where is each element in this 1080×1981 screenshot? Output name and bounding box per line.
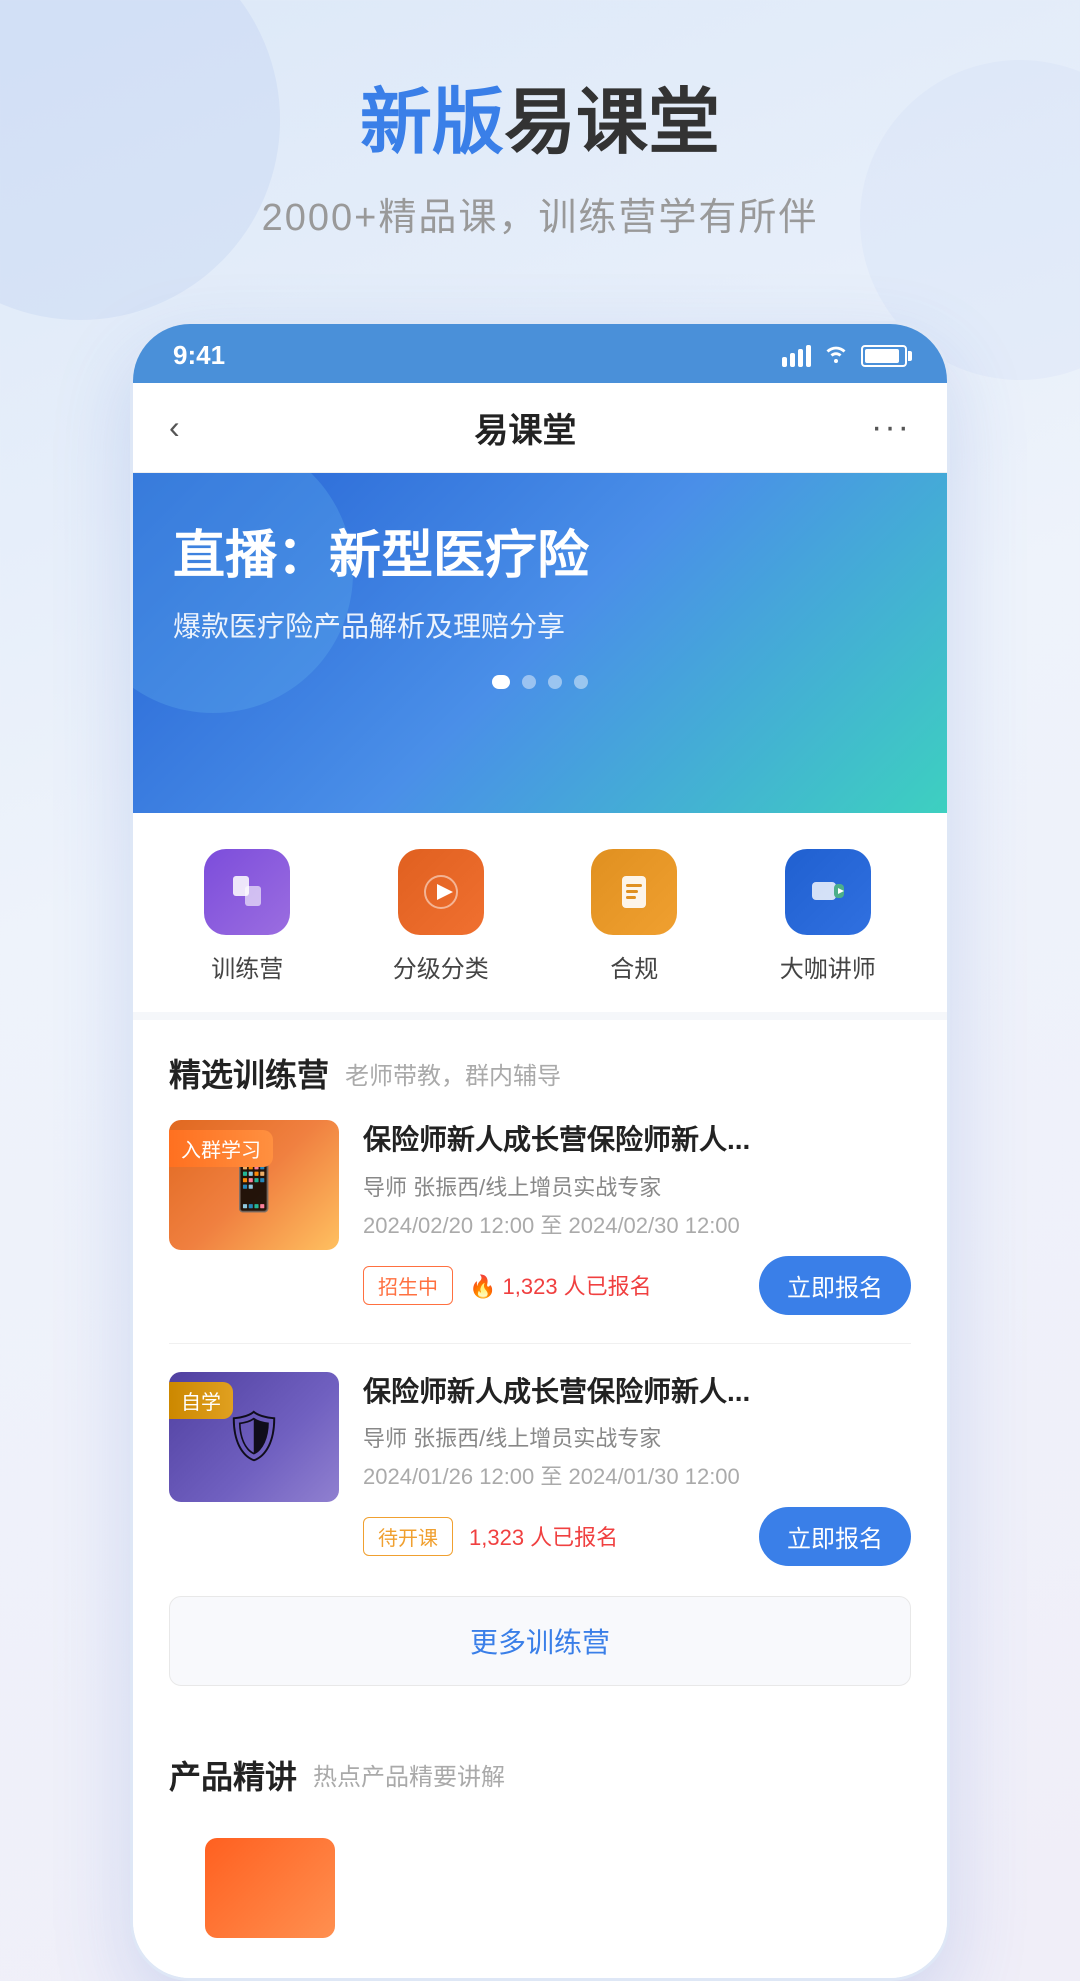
category-icon bbox=[398, 849, 484, 935]
course-teacher-2: 导师 张振西/线上增员实战专家 bbox=[363, 1421, 911, 1453]
course-info-1: 保险师新人成长营保险师新人... 导师 张振西/线上增员实战专家 2024/02… bbox=[363, 1120, 911, 1314]
enrolled-count-1: 🔥 1,323 人已报名 bbox=[469, 1269, 652, 1301]
course-card-2[interactable]: 🛡 自学 保险师新人成长营保险师新人... 导师 张振西/线上增员实战专家 20… bbox=[169, 1372, 911, 1566]
banner[interactable]: 直播：新型医疗险 爆款医疗险产品解析及理赔分享 bbox=[133, 473, 947, 813]
peek-thumb bbox=[205, 1838, 335, 1938]
title-highlight: 新版 bbox=[360, 83, 504, 163]
quick-label-category: 分级分类 bbox=[393, 949, 489, 984]
battery-icon bbox=[861, 345, 907, 367]
page-header: 新版易课堂 2000+精品课，训练营学有所伴 bbox=[0, 0, 1080, 281]
nav-title: 易课堂 bbox=[474, 403, 576, 452]
signal-icon bbox=[782, 345, 811, 367]
quick-label-expert: 大咖讲师 bbox=[780, 949, 876, 984]
course-name-1: 保险师新人成长营保险师新人... bbox=[363, 1120, 911, 1159]
title-rest: 易课堂 bbox=[504, 83, 720, 163]
course-date-1: 2024/02/20 12:00 至 2024/02/30 12:00 bbox=[363, 1208, 911, 1240]
product-section-desc: 热点产品精要讲解 bbox=[313, 1757, 505, 1792]
training-section-title: 精选训练营 bbox=[169, 1050, 329, 1096]
page-subtitle: 2000+精品课，训练营学有所伴 bbox=[40, 186, 1040, 241]
banner-dots bbox=[173, 675, 907, 689]
course-tags-2: 待开课 1,323 人已报名 bbox=[363, 1517, 618, 1556]
status-time: 9:41 bbox=[173, 340, 225, 371]
course-badge-1: 入群学习 bbox=[169, 1130, 273, 1167]
compliance-icon bbox=[591, 849, 677, 935]
more-training-button[interactable]: 更多训练营 bbox=[169, 1596, 911, 1686]
register-button-1[interactable]: 立即报名 bbox=[759, 1256, 911, 1315]
wifi-icon bbox=[823, 343, 849, 369]
phone-mockup-wrapper: 9:41 ‹ 易课堂 bbox=[0, 321, 1080, 1980]
course-info-2: 保险师新人成长营保险师新人... 导师 张振西/线上增员实战专家 2024/01… bbox=[363, 1372, 911, 1566]
quick-item-expert[interactable]: 大咖讲师 bbox=[780, 849, 876, 984]
status-icons bbox=[782, 343, 907, 369]
course-footer-1: 招生中 🔥 1,323 人已报名 立即报名 bbox=[363, 1256, 911, 1315]
training-section: 精选训练营 老师带教，群内辅导 📱 入群学习 保险师新人成长营保险师新人... … bbox=[133, 1020, 947, 1595]
status-tag-1: 招生中 bbox=[363, 1266, 453, 1305]
course-card-1[interactable]: 📱 入群学习 保险师新人成长营保险师新人... 导师 张振西/线上增员实战专家 … bbox=[169, 1120, 911, 1343]
course-footer-2: 待开课 1,323 人已报名 立即报名 bbox=[363, 1507, 911, 1566]
banner-dot-2[interactable] bbox=[522, 675, 536, 689]
back-button[interactable]: ‹ bbox=[169, 409, 180, 446]
product-section-header: 产品精讲 热点产品精要讲解 bbox=[169, 1752, 911, 1798]
quick-item-training[interactable]: 训练营 bbox=[204, 849, 290, 984]
status-tag-2: 待开课 bbox=[363, 1517, 453, 1556]
quick-item-compliance[interactable]: 合规 bbox=[591, 849, 677, 984]
training-icon bbox=[204, 849, 290, 935]
course-thumb-2: 🛡 自学 bbox=[169, 1372, 339, 1502]
banner-title: 直播：新型医疗险 bbox=[173, 523, 907, 591]
quick-label-training: 训练营 bbox=[211, 949, 283, 984]
training-section-desc: 老师带教，群内辅导 bbox=[345, 1056, 561, 1091]
banner-dot-4[interactable] bbox=[574, 675, 588, 689]
quick-label-compliance: 合规 bbox=[610, 949, 658, 984]
banner-dot-1[interactable] bbox=[492, 675, 510, 689]
banner-dot-3[interactable] bbox=[548, 675, 562, 689]
course-badge-2: 自学 bbox=[169, 1382, 233, 1419]
course-date-2: 2024/01/26 12:00 至 2024/01/30 12:00 bbox=[363, 1459, 911, 1491]
enrolled-count-2: 1,323 人已报名 bbox=[469, 1520, 618, 1552]
course-teacher-1: 导师 张振西/线上增员实战专家 bbox=[363, 1170, 911, 1202]
product-section-title: 产品精讲 bbox=[169, 1752, 297, 1798]
course-thumb-1: 📱 入群学习 bbox=[169, 1120, 339, 1250]
training-section-header: 精选训练营 老师带教，群内辅导 bbox=[169, 1050, 911, 1096]
product-section: 产品精讲 热点产品精要讲解 bbox=[133, 1722, 947, 1978]
page-title: 新版易课堂 bbox=[40, 80, 1040, 166]
bottom-peek bbox=[169, 1818, 911, 1958]
phone-mockup: 9:41 ‹ 易课堂 bbox=[130, 321, 950, 1980]
banner-subtitle: 爆款医疗险产品解析及理赔分享 bbox=[173, 605, 907, 645]
quick-item-category[interactable]: 分级分类 bbox=[393, 849, 489, 984]
more-btn-wrapper: 更多训练营 bbox=[133, 1596, 947, 1714]
status-bar: 9:41 bbox=[133, 324, 947, 383]
register-button-2[interactable]: 立即报名 bbox=[759, 1507, 911, 1566]
expert-icon bbox=[785, 849, 871, 935]
course-name-2: 保险师新人成长营保险师新人... bbox=[363, 1372, 911, 1411]
more-button[interactable]: ··· bbox=[871, 408, 911, 447]
app-nav-bar: ‹ 易课堂 ··· bbox=[133, 383, 947, 473]
quick-menu: 训练营 分级分类 bbox=[133, 813, 947, 1020]
course-tags-1: 招生中 🔥 1,323 人已报名 bbox=[363, 1266, 652, 1305]
